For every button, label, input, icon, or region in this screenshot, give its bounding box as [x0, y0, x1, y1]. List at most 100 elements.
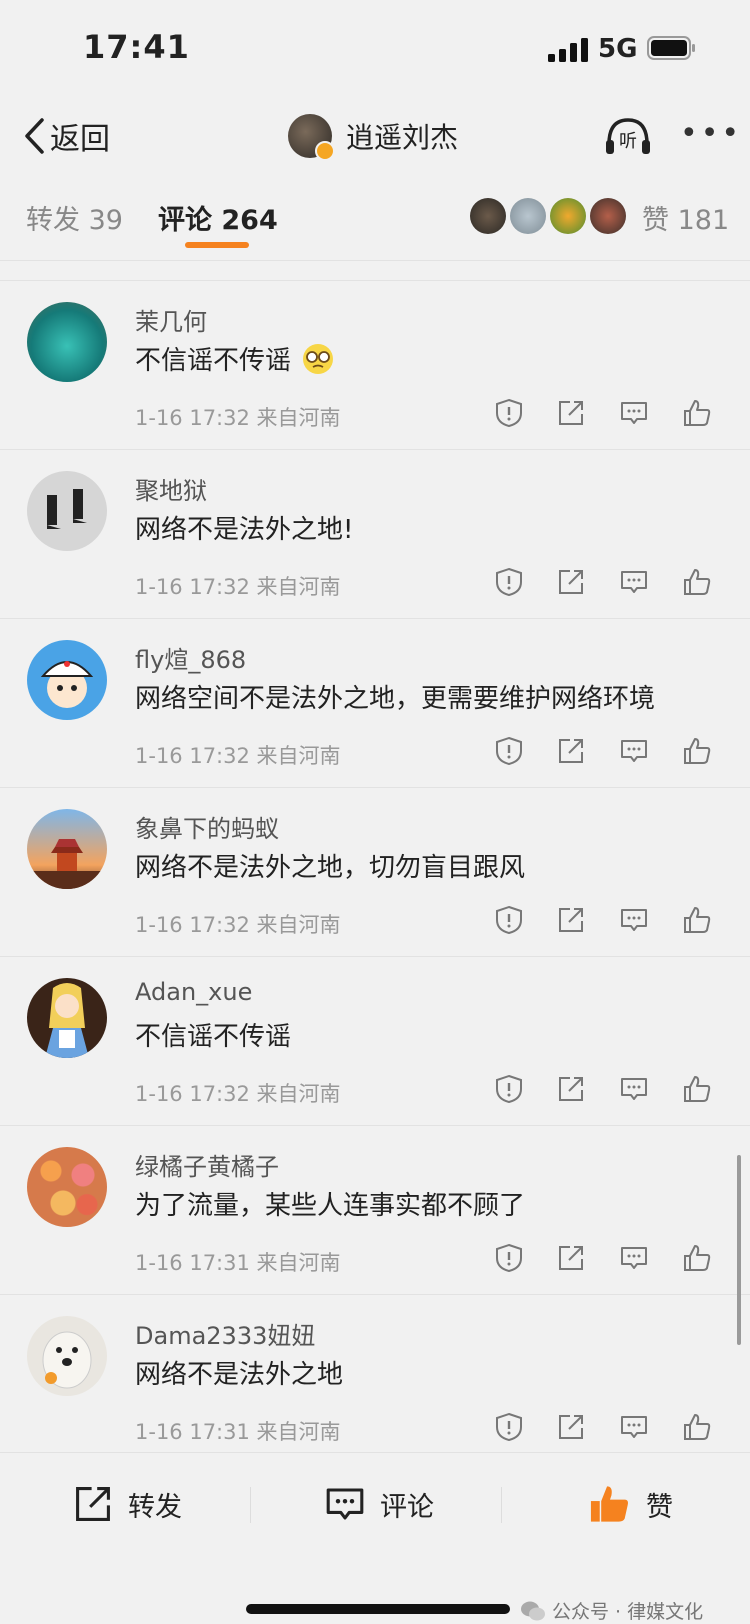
divider	[501, 1487, 502, 1523]
reply-comment-icon[interactable]	[619, 1412, 649, 1442]
comment-label: 评论	[380, 1491, 434, 1523]
commenter-name[interactable]: fly煊_868	[135, 640, 246, 675]
commenter-name[interactable]: 聚地狱	[135, 471, 207, 506]
reply-comment-icon[interactable]	[619, 398, 649, 428]
liker-avatars[interactable]	[470, 198, 626, 236]
comment-text: 为了流量，某些人连事实都不顾了	[135, 1191, 526, 1221]
comment-location: 来自河南	[256, 744, 341, 768]
report-shield-icon[interactable]	[494, 1243, 524, 1273]
commenter-avatar[interactable]	[27, 640, 107, 720]
comment-meta: 1-16 17:32 来自河南	[135, 740, 341, 770]
comment-button[interactable]: 评论	[324, 1477, 434, 1531]
like-thumb-icon[interactable]	[682, 736, 712, 766]
repost-button[interactable]: 转发	[72, 1477, 182, 1531]
pagoda-avatar-image	[27, 839, 107, 889]
like-thumb-icon[interactable]	[682, 398, 712, 428]
nav-bar: 返回 逍遥刘杰 听 •••	[0, 100, 750, 176]
comment-list[interactable]: 茉几何 不信谣不传谣 1-16 17:32 来自河南 聚地狱 网络不是法外之地!…	[0, 260, 750, 1452]
share-icon[interactable]	[556, 905, 586, 935]
comment-row[interactable]: 茉几何 不信谣不传谣 1-16 17:32 来自河南	[0, 280, 750, 450]
report-shield-icon[interactable]	[494, 736, 524, 766]
reply-comment-icon[interactable]	[619, 736, 649, 766]
comment-time: 1-16 17:32	[135, 575, 250, 599]
report-shield-icon[interactable]	[494, 567, 524, 597]
verified-badge-icon	[315, 141, 335, 161]
comment-time: 1-16 17:32	[135, 744, 250, 768]
commenter-name[interactable]: 象鼻下的蚂蚁	[135, 809, 279, 844]
commenter-avatar[interactable]	[27, 809, 107, 889]
like-thumb-icon[interactable]	[682, 905, 712, 935]
comment-actions	[494, 905, 724, 939]
report-shield-icon[interactable]	[494, 1412, 524, 1442]
more-options-icon[interactable]: •••	[680, 114, 739, 160]
liked-thumb-icon	[590, 1486, 628, 1522]
comment-actions	[494, 567, 724, 601]
comment-meta: 1-16 17:32 来自河南	[135, 571, 341, 601]
tab-repost[interactable]: 转发 39	[26, 198, 123, 237]
comment-icon	[326, 1488, 364, 1520]
wechat-icon	[521, 1601, 545, 1620]
back-button[interactable]: 返回	[22, 114, 110, 158]
tab-likes[interactable]: 赞 181	[642, 198, 729, 237]
reply-comment-icon[interactable]	[619, 1074, 649, 1104]
comment-row[interactable]: Dama2333妞妞 网络不是法外之地 1-16 17:31 来自河南	[0, 1294, 750, 1452]
share-icon[interactable]	[556, 1074, 586, 1104]
commenter-name[interactable]: Adan_xue	[135, 978, 252, 1006]
dog-avatar-image	[42, 1331, 92, 1389]
like-button[interactable]: 赞	[588, 1477, 673, 1531]
reply-comment-icon[interactable]	[619, 905, 649, 935]
share-icon[interactable]	[556, 1243, 586, 1273]
comment-text: 网络空间不是法外之地，更需要维护网络环境	[135, 684, 656, 714]
comment-time: 1-16 17:31	[135, 1251, 250, 1275]
reply-comment-icon[interactable]	[619, 567, 649, 597]
report-shield-icon[interactable]	[494, 1074, 524, 1104]
author-name: 逍遥刘杰	[346, 121, 459, 154]
comment-row[interactable]: 象鼻下的蚂蚁 网络不是法外之地，切勿盲目跟风 1-16 17:32 来自河南	[0, 787, 750, 957]
comment-time: 1-16 17:32	[135, 913, 250, 937]
report-shield-icon[interactable]	[494, 905, 524, 935]
commenter-avatar[interactable]	[27, 978, 107, 1058]
like-thumb-icon[interactable]	[682, 567, 712, 597]
comment-row[interactable]: 绿橘子黄橘子 为了流量，某些人连事实都不顾了 1-16 17:31 来自河南	[0, 1125, 750, 1295]
like-thumb-icon[interactable]	[682, 1243, 712, 1273]
home-indicator[interactable]	[246, 1604, 510, 1614]
comment-row[interactable]: fly煊_868 网络空间不是法外之地，更需要维护网络环境 1-16 17:32…	[0, 618, 750, 788]
comment-row[interactable]: Adan_xue 不信谣不传谣 1-16 17:32 来自河南	[0, 956, 750, 1126]
commenter-avatar[interactable]	[27, 471, 107, 551]
share-icon[interactable]	[556, 1412, 586, 1442]
comment-time: 1-16 17:32	[135, 406, 250, 430]
comment-text: 网络不是法外之地	[135, 1360, 344, 1390]
like-thumb-icon[interactable]	[682, 1412, 712, 1442]
alice-avatar-image	[45, 983, 89, 1058]
commenter-avatar[interactable]	[27, 302, 107, 382]
listen-label: 听	[619, 131, 637, 152]
liker-avatar	[470, 198, 506, 234]
commenter-avatar[interactable]	[27, 1316, 107, 1396]
share-icon[interactable]	[556, 736, 586, 766]
network-type: 5G	[598, 34, 638, 64]
author-header[interactable]: 逍遥刘杰	[288, 110, 458, 162]
listen-button[interactable]: 听	[603, 114, 653, 160]
commenter-name[interactable]: 茉几何	[135, 302, 207, 337]
comment-actions	[494, 736, 724, 770]
commenter-name[interactable]: Dama2333妞妞	[135, 1316, 315, 1351]
comment-location: 来自河南	[256, 575, 341, 599]
share-icon[interactable]	[556, 398, 586, 428]
report-shield-icon[interactable]	[494, 398, 524, 428]
tab-comments[interactable]: 评论 264	[158, 198, 278, 237]
comment-meta: 1-16 17:32 来自河南	[135, 402, 341, 432]
divider	[250, 1487, 251, 1523]
battery-icon	[647, 36, 695, 60]
tab-bar: 转发 39 评论 264 赞 181	[0, 176, 750, 261]
comment-text: 网络不是法外之地，切勿盲目跟风	[135, 853, 526, 883]
like-thumb-icon[interactable]	[682, 1074, 712, 1104]
commenter-name[interactable]: 绿橘子黄橘子	[135, 1147, 279, 1182]
scrollbar[interactable]	[737, 1155, 741, 1345]
reply-comment-icon[interactable]	[619, 1243, 649, 1273]
author-avatar[interactable]	[288, 114, 335, 161]
commenter-avatar[interactable]	[27, 1147, 107, 1227]
comment-text: 网络不是法外之地!	[135, 515, 354, 545]
share-icon[interactable]	[556, 567, 586, 597]
comment-row[interactable]: 聚地狱 网络不是法外之地! 1-16 17:32 来自河南	[0, 449, 750, 619]
comment-time: 1-16 17:32	[135, 1082, 250, 1106]
